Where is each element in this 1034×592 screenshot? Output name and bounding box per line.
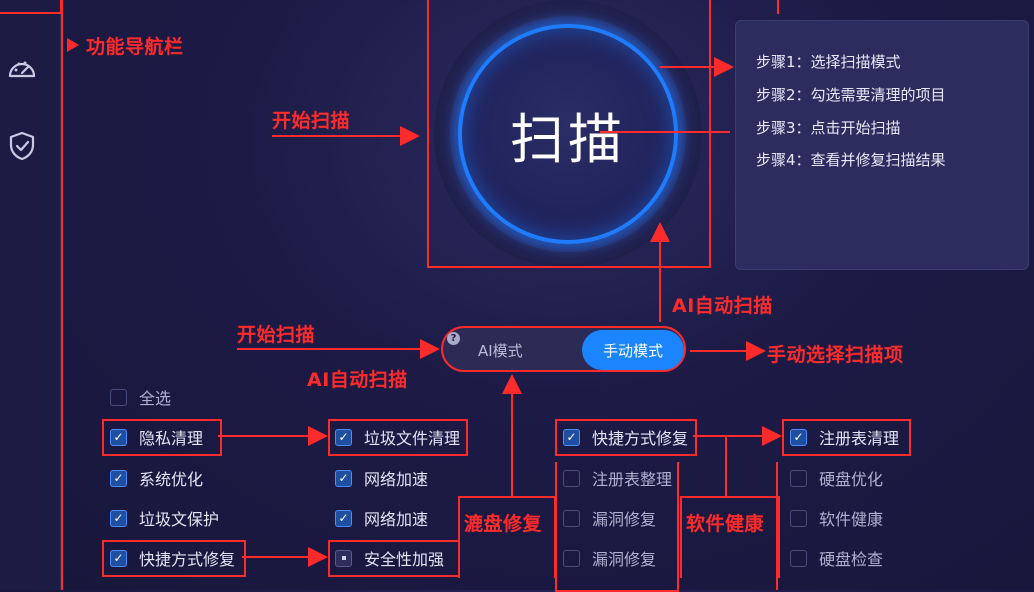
annotation-arrows (218, 0, 782, 567)
